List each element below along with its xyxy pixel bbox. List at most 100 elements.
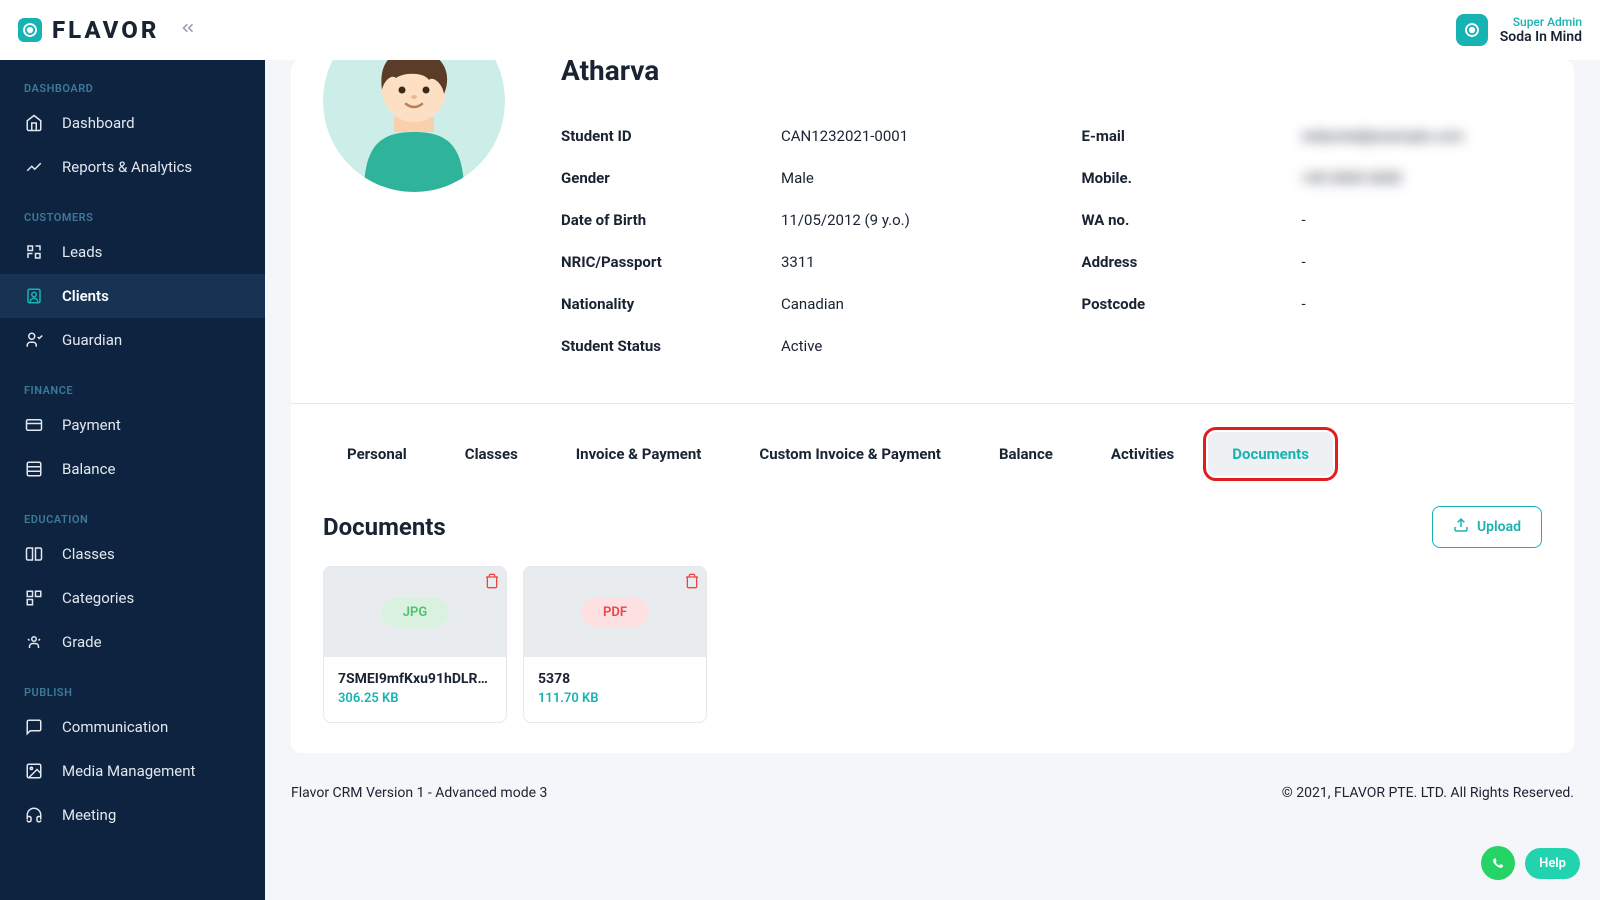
postcode-value: - bbox=[1302, 295, 1306, 313]
sidebar-item-dashboard[interactable]: Dashboard bbox=[0, 101, 265, 145]
nationality-value: Canadian bbox=[781, 295, 844, 313]
sidebar-item-label: Balance bbox=[62, 460, 115, 478]
sidebar-item-label: Guardian bbox=[62, 331, 122, 349]
tab-documents[interactable]: Documents bbox=[1208, 432, 1333, 476]
email-label: E-mail bbox=[1082, 127, 1302, 145]
nric-label: NRIC/Passport bbox=[561, 253, 781, 271]
logo-text: FLAVOR bbox=[52, 16, 159, 44]
sidebar-item-payment[interactable]: Payment bbox=[0, 403, 265, 447]
footer-version: Flavor CRM Version 1 - Advanced mode 3 bbox=[291, 785, 547, 801]
chat-icon bbox=[24, 717, 44, 737]
email-value: redacted@example.com bbox=[1302, 127, 1464, 145]
status-label: Student Status bbox=[561, 337, 781, 355]
sidebar-section-finance: FINANCE bbox=[0, 362, 265, 403]
avatar-icon bbox=[344, 60, 484, 192]
help-button[interactable]: Help bbox=[1525, 848, 1580, 879]
doc-badge: PDF bbox=[581, 598, 649, 627]
profile-avatar bbox=[323, 60, 505, 192]
upload-icon bbox=[1453, 517, 1469, 537]
sidebar-item-label: Classes bbox=[62, 545, 115, 563]
sidebar-collapse-icon[interactable] bbox=[179, 19, 197, 42]
student-id-value: CAN1232021-0001 bbox=[781, 127, 908, 145]
sidebar-item-communication[interactable]: Communication bbox=[0, 705, 265, 749]
address-label: Address bbox=[1082, 253, 1302, 271]
tab-activities[interactable]: Activities bbox=[1087, 432, 1198, 476]
leads-icon bbox=[24, 242, 44, 262]
upload-button[interactable]: Upload bbox=[1432, 506, 1542, 548]
sidebar-item-label: Reports & Analytics bbox=[62, 158, 192, 176]
chart-icon bbox=[24, 157, 44, 177]
sidebar-item-guardian[interactable]: Guardian bbox=[0, 318, 265, 362]
sidebar-section-customers: CUSTOMERS bbox=[0, 189, 265, 230]
user-name: Soda In Mind bbox=[1500, 29, 1582, 45]
sidebar-item-grade[interactable]: Grade bbox=[0, 620, 265, 664]
sidebar-item-categories[interactable]: Categories bbox=[0, 576, 265, 620]
main-content: Atharva Student IDCAN1232021-0001 Gender… bbox=[265, 60, 1600, 900]
dob-value: 11/05/2012 (9 y.o.) bbox=[781, 211, 910, 229]
grade-icon bbox=[24, 632, 44, 652]
student-id-label: Student ID bbox=[561, 127, 781, 145]
mobile-label: Mobile. bbox=[1082, 169, 1302, 187]
header-left: FLAVOR bbox=[18, 16, 197, 44]
sidebar-section-dashboard: DASHBOARD bbox=[0, 60, 265, 101]
sidebar-item-label: Communication bbox=[62, 718, 168, 736]
sidebar-item-media[interactable]: Media Management bbox=[0, 749, 265, 793]
sidebar-item-leads[interactable]: Leads bbox=[0, 230, 265, 274]
whatsapp-icon[interactable] bbox=[1481, 846, 1515, 880]
user-role: Super Admin bbox=[1500, 15, 1582, 29]
profile-name: Atharva bbox=[561, 60, 1542, 87]
sidebar-item-meeting[interactable]: Meeting bbox=[0, 793, 265, 837]
dob-label: Date of Birth bbox=[561, 211, 781, 229]
sidebar-item-label: Clients bbox=[62, 287, 109, 305]
nric-value: 3311 bbox=[781, 253, 815, 271]
gender-value: Male bbox=[781, 169, 814, 187]
home-icon bbox=[24, 113, 44, 133]
documents-header: Documents Upload bbox=[323, 506, 1542, 548]
app-logo[interactable]: FLAVOR bbox=[18, 16, 159, 44]
sidebar-item-label: Dashboard bbox=[62, 114, 135, 132]
doc-size: 306.25 KB bbox=[338, 691, 492, 706]
sidebar-item-label: Grade bbox=[62, 633, 102, 651]
tab-balance[interactable]: Balance bbox=[975, 432, 1077, 476]
header-right: Super Admin Soda In Mind bbox=[1456, 14, 1582, 46]
sidebar-item-clients[interactable]: Clients bbox=[0, 274, 265, 318]
doc-name: 7SMEI9mfKxu91hDLR… bbox=[338, 671, 492, 687]
documents-title: Documents bbox=[323, 513, 446, 541]
sidebar-item-reports[interactable]: Reports & Analytics bbox=[0, 145, 265, 189]
wa-value: - bbox=[1302, 211, 1306, 229]
upload-label: Upload bbox=[1477, 519, 1521, 535]
sidebar-item-balance[interactable]: Balance bbox=[0, 447, 265, 491]
document-card[interactable]: JPG 7SMEI9mfKxu91hDLR… 306.25 KB bbox=[323, 566, 507, 723]
address-value: - bbox=[1302, 253, 1306, 271]
document-list: JPG 7SMEI9mfKxu91hDLR… 306.25 KB PDF bbox=[323, 566, 1542, 723]
sidebar-item-classes[interactable]: Classes bbox=[0, 532, 265, 576]
tab-custom-invoice[interactable]: Custom Invoice & Payment bbox=[735, 432, 965, 476]
user-info[interactable]: Super Admin Soda In Mind bbox=[1500, 15, 1582, 45]
media-icon bbox=[24, 761, 44, 781]
tab-personal[interactable]: Personal bbox=[323, 432, 431, 476]
user-avatar-icon[interactable] bbox=[1456, 14, 1488, 46]
doc-badge: JPG bbox=[381, 598, 449, 627]
card-icon bbox=[24, 415, 44, 435]
sidebar-item-label: Meeting bbox=[62, 806, 116, 824]
footer-copyright: © 2021, FLAVOR PTE. LTD. All Rights Rese… bbox=[1282, 785, 1574, 801]
logo-icon bbox=[18, 18, 42, 42]
delete-icon[interactable] bbox=[684, 573, 700, 593]
categories-icon bbox=[24, 588, 44, 608]
sidebar-item-label: Categories bbox=[62, 589, 134, 607]
meeting-icon bbox=[24, 805, 44, 825]
sidebar-item-label: Media Management bbox=[62, 762, 195, 780]
status-value: Active bbox=[781, 337, 822, 355]
tab-classes[interactable]: Classes bbox=[441, 432, 542, 476]
sidebar-section-publish: PUBLISH bbox=[0, 664, 265, 705]
document-card[interactable]: PDF 5378 111.70 KB bbox=[523, 566, 707, 723]
content-card: Atharva Student IDCAN1232021-0001 Gender… bbox=[291, 60, 1574, 753]
help-widget: Help bbox=[1481, 846, 1580, 880]
gender-label: Gender bbox=[561, 169, 781, 187]
mobile-value: +00 0000 0000 bbox=[1302, 169, 1402, 187]
tab-invoice[interactable]: Invoice & Payment bbox=[552, 432, 726, 476]
balance-icon bbox=[24, 459, 44, 479]
sidebar-item-label: Payment bbox=[62, 416, 121, 434]
delete-icon[interactable] bbox=[484, 573, 500, 593]
wa-label: WA no. bbox=[1082, 211, 1302, 229]
